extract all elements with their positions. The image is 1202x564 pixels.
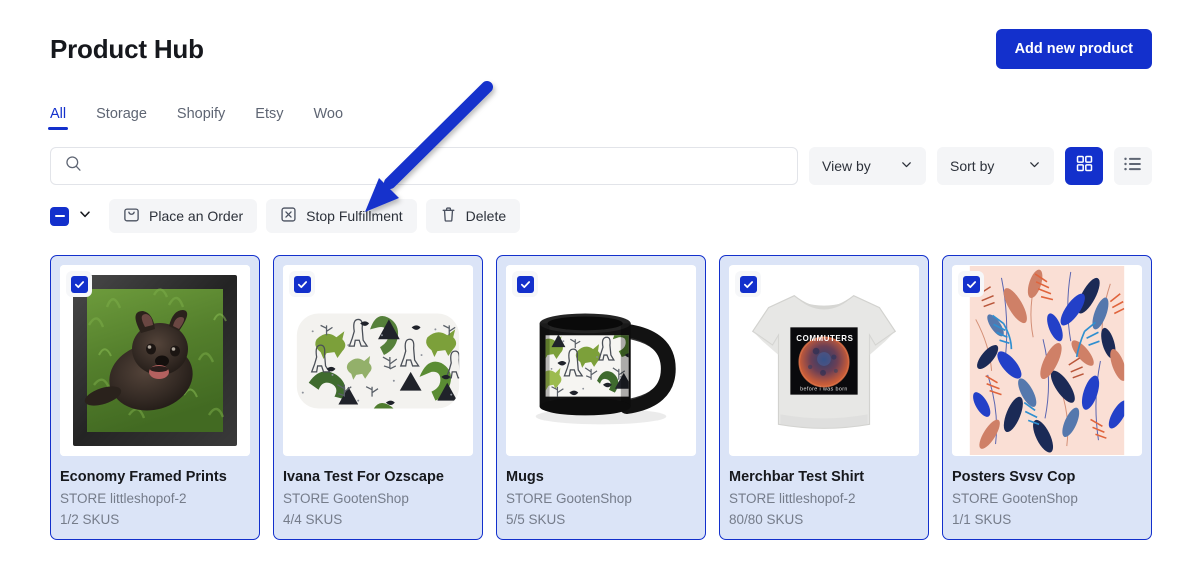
trash-icon	[440, 206, 457, 226]
product-title: Merchbar Test Shirt	[729, 469, 865, 485]
cancel-box-icon	[280, 206, 297, 226]
stop-fulfillment-button[interactable]: Stop Fulfillment	[266, 199, 417, 233]
delete-label: Delete	[465, 208, 507, 224]
list-view-toggle[interactable]	[1114, 147, 1152, 185]
product-skus: 1/2 SKUS	[60, 511, 120, 527]
product-thumbnail	[506, 265, 696, 456]
search-box[interactable]	[50, 147, 798, 185]
product-skus: 80/80 SKUS	[729, 511, 804, 527]
tab-etsy[interactable]: Etsy	[255, 106, 283, 131]
select-all-control[interactable]	[50, 206, 92, 226]
checkbox-checked-icon	[739, 275, 757, 293]
checkbox-checked-icon	[516, 275, 534, 293]
product-hub-page: Product Hub Add new product All Storage …	[0, 0, 1202, 564]
product-card[interactable]: COMMUTERS before i was born Merchbar Tes…	[719, 255, 929, 540]
checkbox-checked-icon	[962, 275, 980, 293]
source-tabs: All Storage Shopify Etsy Woo	[47, 96, 1152, 131]
product-card[interactable]: Economy Framed Prints STORE littleshopof…	[50, 255, 260, 540]
stop-fulfillment-label: Stop Fulfillment	[306, 208, 403, 224]
list-view-icon	[1124, 156, 1142, 177]
grid-view-toggle[interactable]	[1065, 147, 1103, 185]
product-title: Posters Svsv Cop	[952, 469, 1076, 485]
product-title: Mugs	[506, 469, 544, 485]
checkbox-checked-icon	[293, 275, 311, 293]
page-title: Product Hub	[50, 33, 204, 64]
product-thumbnail	[60, 265, 250, 456]
search-icon	[65, 155, 82, 177]
sort-by-dropdown[interactable]: Sort by	[937, 147, 1054, 185]
product-store: STORE GootenShop	[506, 491, 632, 507]
product-card[interactable]: Ivana Test For Ozscape STORE GootenShop …	[273, 255, 483, 540]
place-an-order-label: Place an Order	[149, 208, 244, 224]
product-store: STORE GootenShop	[283, 491, 409, 507]
product-select-checkbox[interactable]	[735, 271, 761, 297]
product-store: STORE littleshopof-2	[60, 491, 187, 507]
select-all-chevron-down-icon[interactable]	[78, 207, 92, 226]
delete-button[interactable]: Delete	[425, 199, 521, 233]
product-card[interactable]: Mugs STORE GootenShop 5/5 SKUS	[496, 255, 706, 540]
product-select-checkbox[interactable]	[512, 271, 538, 297]
bulk-action-toolbar: Place an Order Stop Fulfillment Delete	[50, 199, 1152, 233]
product-grid: Economy Framed Prints STORE littleshopof…	[50, 255, 1152, 540]
checkbox-indeterminate-icon[interactable]	[50, 206, 69, 226]
product-select-checkbox[interactable]	[66, 271, 92, 297]
product-skus: 5/5 SKUS	[506, 511, 566, 527]
chevron-down-icon	[1028, 158, 1041, 174]
grid-view-icon	[1076, 155, 1093, 177]
product-select-checkbox[interactable]	[958, 271, 984, 297]
tab-all[interactable]: All	[47, 106, 69, 131]
sort-by-label: Sort by	[950, 158, 995, 174]
product-title: Economy Framed Prints	[60, 469, 227, 485]
product-skus: 1/1 SKUS	[952, 511, 1012, 527]
product-skus: 4/4 SKUS	[283, 511, 343, 527]
add-new-product-button[interactable]: Add new product	[995, 28, 1152, 70]
svg-text:before i was born: before i was born	[800, 387, 848, 393]
tab-woo[interactable]: Woo	[314, 106, 344, 131]
view-by-dropdown[interactable]: View by	[809, 147, 926, 185]
product-thumbnail: COMMUTERS before i was born	[729, 265, 919, 456]
product-store: STORE GootenShop	[952, 491, 1078, 507]
place-an-order-button[interactable]: Place an Order	[109, 199, 258, 233]
checkbox-checked-icon	[70, 275, 88, 293]
tab-storage[interactable]: Storage	[96, 106, 147, 131]
product-thumbnail	[283, 265, 473, 456]
product-select-checkbox[interactable]	[289, 271, 315, 297]
product-store: STORE littleshopof-2	[729, 491, 856, 507]
product-thumbnail	[952, 265, 1142, 456]
view-by-label: View by	[822, 158, 871, 174]
tab-shopify[interactable]: Shopify	[177, 106, 225, 131]
search-input[interactable]	[92, 157, 783, 175]
product-card[interactable]: Posters Svsv Cop STORE GootenShop 1/1 SK…	[942, 255, 1152, 540]
chevron-down-icon	[900, 158, 913, 174]
svg-text:COMMUTERS: COMMUTERS	[796, 334, 853, 343]
product-title: Ivana Test For Ozscape	[283, 469, 444, 485]
page-header: Product Hub Add new product	[50, 0, 1152, 74]
bag-icon	[123, 206, 140, 226]
filter-toolbar: View by Sort by	[50, 147, 1152, 185]
